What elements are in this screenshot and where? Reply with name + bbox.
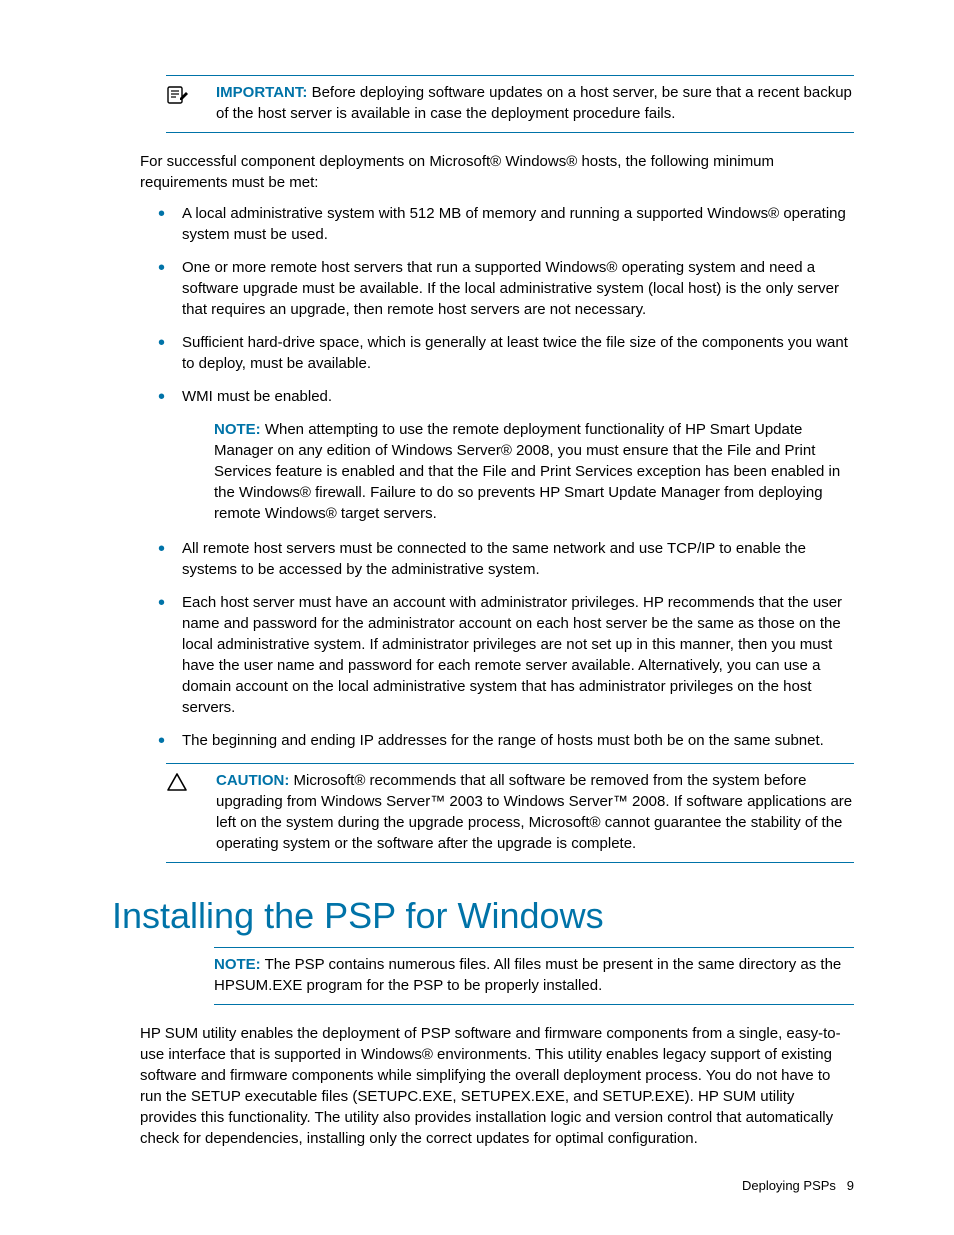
note-label: NOTE: bbox=[214, 421, 261, 438]
caution-body: CAUTION: Microsoft® recommends that all … bbox=[216, 770, 854, 854]
note-text: The PSP contains numerous files. All fil… bbox=[214, 956, 841, 994]
important-icon bbox=[166, 82, 200, 124]
note-psp-body: NOTE: The PSP contains numerous files. A… bbox=[214, 954, 854, 996]
list-item: WMI must be enabled. bbox=[140, 386, 854, 407]
footer-section: Deploying PSPs bbox=[742, 1178, 836, 1193]
note-wmi: NOTE: When attempting to use the remote … bbox=[214, 419, 854, 524]
caution-callout: CAUTION: Microsoft® recommends that all … bbox=[166, 763, 854, 863]
important-label: IMPORTANT: bbox=[216, 84, 307, 101]
list-item: All remote host servers must be connecte… bbox=[140, 538, 854, 580]
important-body: IMPORTANT: Before deploying software upd… bbox=[216, 82, 854, 124]
note-psp-callout: NOTE: The PSP contains numerous files. A… bbox=[214, 947, 854, 1005]
list-item: A local administrative system with 512 M… bbox=[140, 203, 854, 245]
list-item: Each host server must have an account wi… bbox=[140, 592, 854, 718]
important-callout: IMPORTANT: Before deploying software upd… bbox=[166, 75, 854, 133]
intro-paragraph: For successful component deployments on … bbox=[140, 151, 854, 193]
requirements-list-b: All remote host servers must be connecte… bbox=[140, 538, 854, 751]
section-heading: Installing the PSP for Windows bbox=[112, 891, 854, 941]
list-item: The beginning and ending IP addresses fo… bbox=[140, 730, 854, 751]
important-text: Before deploying software updates on a h… bbox=[216, 84, 852, 122]
list-item: One or more remote host servers that run… bbox=[140, 257, 854, 320]
page-footer: Deploying PSPs 9 bbox=[742, 1177, 854, 1195]
document-page: IMPORTANT: Before deploying software upd… bbox=[0, 0, 954, 1235]
footer-page: 9 bbox=[847, 1178, 854, 1193]
note-label: NOTE: bbox=[214, 956, 261, 973]
list-item: Sufficient hard-drive space, which is ge… bbox=[140, 332, 854, 374]
caution-label: CAUTION: bbox=[216, 772, 289, 789]
note-text: When attempting to use the remote deploy… bbox=[214, 421, 840, 522]
requirements-list-a: A local administrative system with 512 M… bbox=[140, 203, 854, 407]
caution-icon bbox=[166, 770, 200, 854]
caution-text: Microsoft® recommends that all software … bbox=[216, 772, 852, 852]
psp-paragraph: HP SUM utility enables the deployment of… bbox=[140, 1023, 854, 1149]
